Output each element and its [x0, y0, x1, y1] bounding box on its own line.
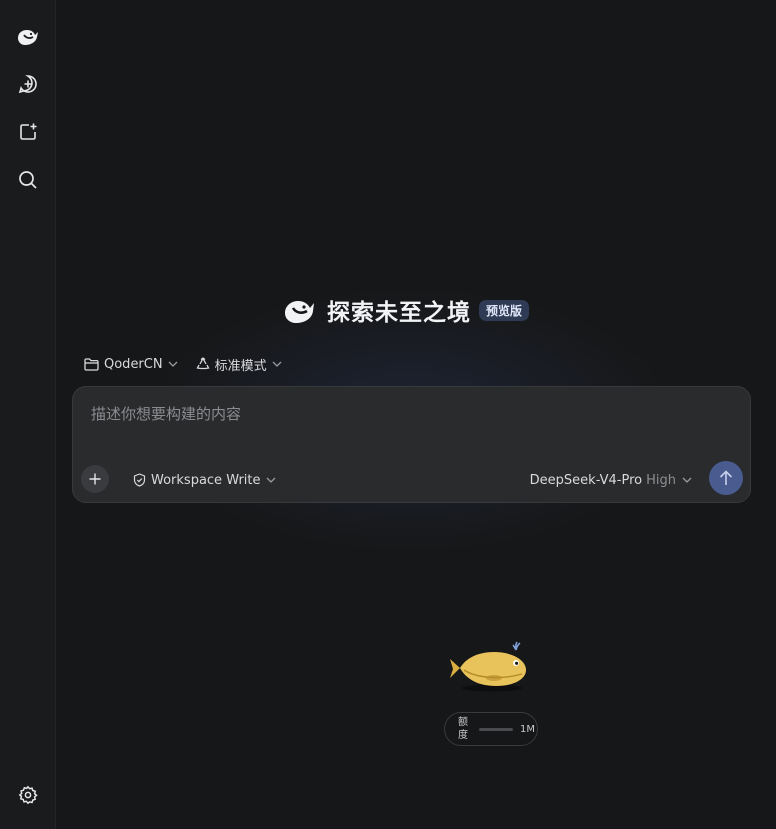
add-attachment-button[interactable]	[81, 465, 109, 493]
reasoning-effort: High	[646, 472, 676, 488]
recycle-mode-icon	[196, 357, 210, 370]
permission-selector[interactable]: Workspace Write	[133, 471, 276, 489]
gear-icon[interactable]	[14, 781, 42, 809]
context-row: QoderCN 标准模式	[84, 354, 300, 374]
chevron-down-icon	[168, 361, 178, 367]
new-project-icon[interactable]	[14, 118, 42, 146]
arrow-up-icon	[719, 470, 733, 485]
quota-value: 1M	[520, 723, 535, 735]
chevron-down-icon	[266, 477, 275, 483]
sidebar	[0, 0, 56, 829]
chevron-down-icon	[682, 477, 692, 483]
whale-mascot-icon	[450, 641, 526, 692]
send-button[interactable]	[709, 461, 743, 495]
mode-selector[interactable]: 标准模式	[196, 355, 282, 374]
search-icon[interactable]	[14, 166, 42, 194]
mode-label: 标准模式	[214, 358, 267, 374]
permission-label: Workspace Write	[151, 472, 261, 488]
model-selector[interactable]: DeepSeek-V4-Pro High	[530, 471, 692, 489]
new-chat-icon[interactable]	[14, 70, 42, 98]
chevron-down-icon	[272, 361, 282, 367]
hero-title: 探索未至之境	[327, 300, 471, 326]
project-selector[interactable]: QoderCN	[84, 357, 178, 372]
whale-logo-icon[interactable]	[14, 22, 42, 50]
prompt-input[interactable]	[89, 401, 733, 427]
folder-icon	[84, 357, 99, 371]
preview-badge: 预览版	[479, 299, 530, 321]
plus-icon	[89, 473, 101, 485]
prompt-composer: Workspace Write DeepSeek-V4-Pro High	[72, 386, 751, 503]
quota-indicator: 额度 1M	[444, 712, 538, 746]
main-area: 探索未至之境 预览版 QoderCN 标准模式 描述你想要构建的内容 Works…	[56, 0, 776, 829]
hero-header: 探索未至之境 预览版	[282, 292, 530, 328]
app-window: 探索未至之境 预览版 QoderCN 标准模式 描述你想要构建的内容 Works…	[0, 0, 776, 829]
quota-label: 额度	[458, 717, 468, 741]
model-name: DeepSeek-V4-Pro	[529, 472, 643, 488]
project-label: QoderCN	[104, 356, 163, 372]
whale-logo-icon	[285, 301, 314, 323]
shield-icon	[133, 473, 146, 487]
quota-progress-bar	[479, 727, 513, 731]
